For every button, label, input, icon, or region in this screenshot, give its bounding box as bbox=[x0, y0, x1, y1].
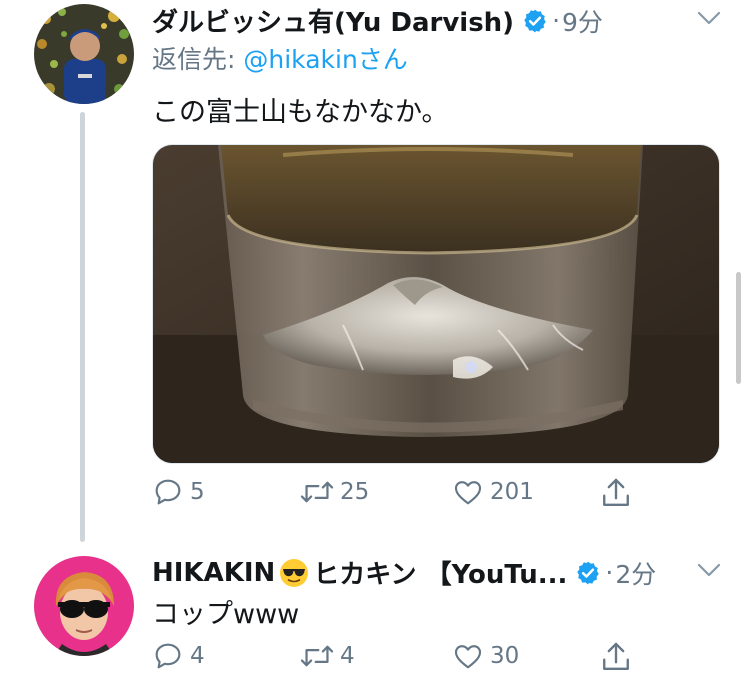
like-icon bbox=[452, 640, 484, 672]
avatar-yu-darvish[interactable] bbox=[34, 4, 134, 104]
scroll-indicator[interactable] bbox=[736, 272, 741, 384]
tweet-text: コップwww bbox=[152, 599, 300, 630]
reply-to-line: 返信先: @hikakinさん bbox=[152, 40, 408, 76]
share-icon bbox=[600, 640, 632, 674]
reply-button[interactable]: 4 bbox=[152, 640, 205, 672]
like-button[interactable]: 201 bbox=[452, 476, 534, 508]
share-icon bbox=[600, 476, 632, 510]
like-icon bbox=[452, 476, 484, 508]
chevron-down-icon[interactable] bbox=[697, 10, 721, 30]
author-display-name[interactable]: HIKAKIN bbox=[152, 558, 275, 588]
reply-icon bbox=[152, 640, 184, 672]
share-button[interactable] bbox=[600, 476, 632, 510]
reply-icon bbox=[152, 476, 184, 508]
reply-to-handle-link[interactable]: @hikakinさん bbox=[243, 45, 407, 74]
verified-badge-icon bbox=[522, 8, 548, 34]
verified-badge-icon bbox=[575, 560, 601, 586]
like-count: 30 bbox=[490, 643, 520, 669]
retweet-icon bbox=[300, 640, 334, 672]
retweet-button[interactable]: 25 bbox=[300, 476, 369, 508]
tweet-action-bar: 4 4 30 bbox=[152, 640, 712, 680]
chevron-down-icon[interactable] bbox=[697, 562, 721, 582]
retweet-count: 25 bbox=[340, 479, 370, 505]
tweet-time[interactable]: 9分 bbox=[562, 3, 603, 39]
tweet-time[interactable]: 2分 bbox=[615, 555, 656, 591]
reply-button[interactable]: 5 bbox=[152, 476, 205, 508]
tweet-action-bar: 5 25 201 bbox=[152, 476, 712, 516]
tweet-time-separator: · bbox=[552, 6, 561, 35]
tweet-header: HIKAKIN ヒカキン 【YouTu... · 2分 bbox=[152, 554, 656, 591]
retweet-icon bbox=[300, 476, 334, 508]
tweet-time-separator: · bbox=[605, 558, 614, 587]
thread-connector-line bbox=[80, 112, 85, 542]
author-display-name[interactable]: ダルビッシュ有(Yu Darvish) bbox=[152, 2, 514, 39]
reply-count: 4 bbox=[190, 643, 205, 669]
tweet-text: この富士山もなかなか。 bbox=[152, 97, 449, 128]
twitter-thread: ダルビッシュ有(Yu Darvish) · 9分 返信先: @hikakinさん… bbox=[0, 0, 750, 681]
retweet-count: 4 bbox=[340, 643, 355, 669]
tweet-header: ダルビッシュ有(Yu Darvish) · 9分 bbox=[152, 2, 603, 39]
like-button[interactable]: 30 bbox=[452, 640, 519, 672]
tweet-media-image[interactable] bbox=[152, 144, 720, 464]
share-button[interactable] bbox=[600, 640, 632, 674]
reply-count: 5 bbox=[190, 479, 205, 505]
author-display-name-rest[interactable]: ヒカキン 【YouTu... bbox=[313, 554, 567, 591]
sunglasses-emoji-icon bbox=[279, 558, 309, 588]
like-count: 201 bbox=[490, 479, 534, 505]
reply-to-label: 返信先: bbox=[152, 45, 236, 74]
avatar-hikakin[interactable] bbox=[34, 556, 134, 656]
retweet-button[interactable]: 4 bbox=[300, 640, 355, 672]
